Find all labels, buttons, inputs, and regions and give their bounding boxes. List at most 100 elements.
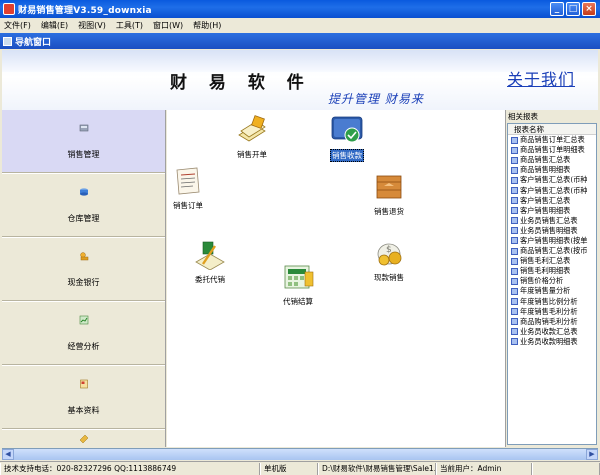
report-icon <box>511 298 518 306</box>
report-icon <box>511 318 518 326</box>
report-list-item[interactable]: 业务员销售明细表 <box>508 226 596 236</box>
report-list-item[interactable]: 客户销售汇总表(币种 <box>508 185 596 195</box>
sidebar-item-cash-bank[interactable]: 现金银行 <box>2 238 165 302</box>
more-icon <box>79 434 88 444</box>
title-bar: 财易销售管理V3.59_downxia _ □ × <box>0 0 600 18</box>
module-label: 销售开单 <box>237 150 267 159</box>
report-icon <box>511 247 518 255</box>
sidebar: 销售管理 仓库管理 现金银行 经营分析 基本资料 <box>2 110 166 447</box>
report-icon <box>511 237 518 245</box>
menu-view[interactable]: 视图(V) <box>78 20 106 31</box>
report-list-item[interactable]: 客户销售汇总表 <box>508 196 596 206</box>
window-controls: _ □ × <box>550 2 596 16</box>
module-sales-return[interactable]: 销售退货 <box>372 172 406 217</box>
report-icon <box>511 217 518 225</box>
minimize-button[interactable]: _ <box>550 2 564 16</box>
horizontal-scrollbar[interactable]: ◀ ▶ <box>2 448 598 460</box>
sidebar-item-label: 基本资料 <box>67 406 100 415</box>
report-list[interactable]: 报表名称 商品销售订单汇总表 商品销售订单明细表 商品销售汇总表 商品销售明细表 客户销… <box>507 123 597 445</box>
report-icon <box>511 197 518 205</box>
scroll-left-button[interactable]: ◀ <box>2 449 14 460</box>
module-label: 销售订单 <box>173 201 203 210</box>
report-icon <box>511 308 518 316</box>
report-list-item[interactable]: 销售价格分析 <box>508 276 596 286</box>
cash-bank-icon <box>79 252 88 261</box>
report-list-item[interactable]: 业务员收款汇总表 <box>508 327 596 337</box>
report-list-item[interactable]: 年度销售毛利分析 <box>508 307 596 317</box>
sidebar-item-warehouse[interactable]: 仓库管理 <box>2 174 165 238</box>
menu-tools[interactable]: 工具(T) <box>116 20 143 31</box>
sales-return-icon <box>376 175 402 199</box>
report-list-item[interactable]: 商品销售明细表 <box>508 165 596 175</box>
report-list-item[interactable]: 商品购销毛利分析 <box>508 317 596 327</box>
report-icon <box>511 267 518 275</box>
sales-icon <box>79 124 88 132</box>
module-label: 销售收款 <box>330 149 364 162</box>
report-item-label: 年度销售量分析 <box>520 286 571 296</box>
report-list-item[interactable]: 商品销售订单明细表 <box>508 145 596 155</box>
report-list-item[interactable]: 年度销售量分析 <box>508 286 596 296</box>
sidebar-item-label: 销售管理 <box>67 150 100 159</box>
report-item-label: 客户销售汇总表(币种 <box>520 185 588 195</box>
module-label: 代销结算 <box>283 297 313 306</box>
report-icon <box>511 146 518 154</box>
report-item-label: 年度销售毛利分析 <box>520 306 578 316</box>
report-item-label: 销售价格分析 <box>520 276 564 286</box>
report-item-label: 商品购销毛利分析 <box>520 316 578 326</box>
report-list-item[interactable]: 客户销售明细表(按单 <box>508 236 596 246</box>
menu-edit[interactable]: 编辑(E) <box>41 20 68 31</box>
menu-bar: 文件(F) 编辑(E) 视图(V) 工具(T) 窗口(W) 帮助(H) <box>0 18 600 32</box>
maximize-button[interactable]: □ <box>566 2 580 16</box>
menu-help[interactable]: 帮助(H) <box>193 20 221 31</box>
report-list-item[interactable]: 业务员销售汇总表 <box>508 216 596 226</box>
status-support-text: 技术支持电话：020-82327296 QQ:1113886749 <box>4 463 177 473</box>
close-button[interactable]: × <box>582 2 596 16</box>
nav-window-icon <box>3 36 12 46</box>
module-label: 销售退货 <box>374 207 404 216</box>
sidebar-item-label: 经营分析 <box>67 342 100 351</box>
report-list-item[interactable]: 商品销售订单汇总表 <box>508 135 596 145</box>
module-cash-sales[interactable]: $ 现款销售 <box>372 238 406 283</box>
sidebar-item-more[interactable] <box>2 430 165 447</box>
nav-window-bar: 导航窗口 <box>0 33 600 49</box>
report-list-item[interactable]: 年度销售比例分析 <box>508 297 596 307</box>
report-icon <box>511 287 518 295</box>
basic-data-icon <box>79 379 88 389</box>
report-item-label: 客户销售明细表(按单 <box>520 235 588 245</box>
report-item-label: 年度销售比例分析 <box>520 296 578 306</box>
report-item-label: 商品销售订单汇总表 <box>520 135 585 145</box>
sidebar-item-sales[interactable]: 销售管理 <box>2 110 165 174</box>
module-consignment[interactable]: 委托代销 <box>193 240 227 285</box>
report-item-label: 业务员收款明细表 <box>520 336 578 346</box>
report-list-item[interactable]: 销售毛利汇总表 <box>508 256 596 266</box>
report-list-item[interactable]: 销售毛利明细表 <box>508 266 596 276</box>
report-item-label: 业务员收款汇总表 <box>520 326 578 336</box>
module-sales-order-doc[interactable]: 销售订单 <box>171 166 205 211</box>
app-icon <box>3 3 15 15</box>
status-file-path: D:\财易软件\财易销售管理\Sale1.sys <box>318 462 436 475</box>
report-list-item[interactable]: 业务员收款明细表 <box>508 337 596 347</box>
report-item-label: 客户销售明细表 <box>520 205 571 215</box>
scroll-right-button[interactable]: ▶ <box>586 449 598 460</box>
analysis-icon <box>79 315 88 325</box>
report-icon <box>511 166 518 174</box>
brand-title: 财 易 软 件 <box>170 73 312 93</box>
module-consignment-settlement[interactable]: 代销结算 <box>281 262 315 307</box>
menu-file[interactable]: 文件(F) <box>4 20 31 31</box>
report-list-item[interactable]: 商品销售汇总表(按币 <box>508 246 596 256</box>
report-icon <box>511 257 518 265</box>
sidebar-item-basic-data[interactable]: 基本资料 <box>2 366 165 430</box>
sales-order-icon <box>238 115 266 142</box>
svg-text:$: $ <box>386 245 392 255</box>
sidebar-item-analysis[interactable]: 经营分析 <box>2 302 165 366</box>
about-us-link[interactable]: 关于我们 <box>507 66 575 90</box>
report-list-header[interactable]: 报表名称 <box>508 124 596 135</box>
report-list-item[interactable]: 客户销售明细表 <box>508 206 596 216</box>
module-sales-receipt[interactable]: 销售收款 <box>330 115 364 162</box>
module-sales-order[interactable]: 销售开单 <box>235 115 269 160</box>
report-list-item[interactable]: 商品销售汇总表 <box>508 155 596 165</box>
report-icon <box>511 207 518 215</box>
report-list-item[interactable]: 客户销售汇总表(币种 <box>508 175 596 185</box>
menu-window[interactable]: 窗口(W) <box>153 20 183 31</box>
report-icon <box>511 176 518 184</box>
